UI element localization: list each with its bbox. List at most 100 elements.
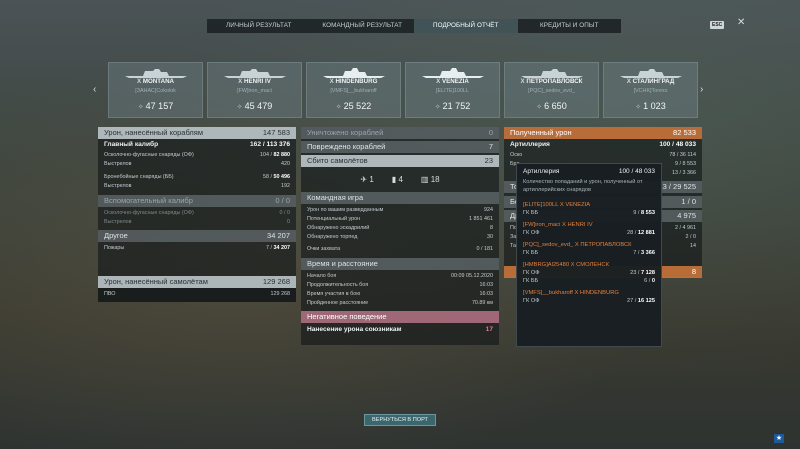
secondary-value: 0 / 0 (275, 196, 290, 205)
negative-behavior-header: Негативное поведение (301, 311, 499, 323)
tooltip-ship: [ELITE]100LL X VENEZIA (523, 202, 591, 208)
battle-stats-panel: Уничтожено кораблей 0 Повреждено кораблей… (301, 127, 499, 345)
he-shells-label: Осколочно-фугасные снаряды (ОФ) (104, 152, 194, 158)
tab-personal-result[interactable]: ЛИЧНЫЙ РЕЗУЛЬТАТ (207, 19, 311, 33)
other-label: Другое (104, 231, 128, 240)
shell-count: 4 (398, 175, 403, 184)
tooltip-ship: [HMBRG]Al25480 X СМОЛЕНСК (523, 262, 609, 268)
damaged-label: Повреждено кораблей (307, 142, 386, 151)
tooltip-row-hits: 28 (626, 230, 634, 236)
tooltip-row-label: ГК ББ (523, 278, 539, 284)
time-row-label: Продолжительность боя (307, 282, 369, 288)
ship-name: СТАЛИНГРАД (632, 78, 675, 85)
damaged-row: Повреждено кораблей 7 (301, 141, 499, 153)
ap-shells-row: Бронебойные снаряды (ББ) 58 / 50 496 (104, 174, 290, 180)
team-row-value: 924 (484, 207, 493, 213)
xp-icon: ✧ (335, 104, 342, 111)
team-row-label: Обнаружено торпед (307, 234, 358, 240)
tab-detailed-report[interactable]: ПОДРОБНЫЙ ОТЧЁТ (414, 19, 518, 33)
tooltip-description: Количество попаданий и урон, полученный … (523, 179, 643, 193)
ap-shots-value: 192 (281, 183, 290, 189)
tooltip-ship: [VMFS]__bukharoff X HINDENBURG (523, 290, 619, 296)
damage-header: Урон, нанесённый кораблям 147 583 (98, 127, 296, 139)
team-play-list: Урон по вашим разведданным 924 Потенциаль… (301, 206, 499, 254)
shell-icon: ▮ (391, 175, 397, 184)
ship-card[interactable]: X HENRI IV [FW]iron_maci ✧ 45 479 (207, 62, 302, 118)
time-row-label: Начало боя (307, 273, 337, 279)
he-shots-label: Выстрелов (104, 161, 132, 167)
ship-card[interactable]: X СТАЛИНГРАД [VCHK]Torexx ✧ 1 023 (603, 62, 698, 118)
tooltip-ship-row: ГК ББ 6 / 0 (523, 278, 655, 284)
tooltip-row-damage: 7 128 (641, 270, 655, 276)
time-row-value: 00:09 05.12.2020 (451, 273, 493, 279)
ship-card[interactable]: X VENEZIA [ELITE]100LL ✧ 21 752 (405, 62, 500, 118)
fires-count: 7 (266, 245, 269, 251)
tooltip-title-row: Артиллерия 100 / 48 033 (523, 168, 655, 175)
ship-card[interactable]: X HINDENBURG [VMFS]__bukharoff ✧ 25 522 (306, 62, 401, 118)
return-to-port-button[interactable]: ВЕРНУТЬСЯ В ПОРТ (364, 414, 436, 426)
tab-team-result[interactable]: КОМАНДНЫЙ РЕЗУЛЬТАТ (311, 19, 415, 33)
ally-damage-label: Нанесение урона союзникам (307, 326, 402, 333)
other-header: Другое 34 207 (98, 230, 296, 242)
xp-icon: ✧ (236, 104, 243, 111)
damaged-value: 7 (488, 142, 493, 151)
ship-score: 25 522 (343, 101, 372, 111)
time-row: Пройденное расстояние 70.89 км (301, 299, 499, 308)
he-shells-row: Осколочно-фугасные снаряды (ОФ) 104 / 82 … (104, 152, 290, 158)
planes-damage-value: 129 268 (262, 277, 290, 286)
secondary-label: Вспомогательный калибр (104, 196, 193, 205)
ship-card[interactable]: X ПЕТРОПАВЛОВСК [PQC]_sedov_evd_ ✧ 6 650 (504, 62, 599, 118)
ship-tier: X (329, 78, 334, 85)
artillery-label: Артиллерия (510, 141, 550, 148)
sec-he-label: Осколочно-фугасные снаряды (ОФ) (104, 210, 194, 216)
close-icon[interactable]: ✕ (737, 17, 745, 28)
time-row-value: 16:03 (479, 291, 494, 297)
ship-card[interactable]: X MONTANA [ЗАНАС]Cokolok ✧ 47 157 (108, 62, 203, 118)
team-row: Потенциальный урон 1 851 461 (301, 215, 499, 224)
ship-tier: X (520, 78, 525, 85)
player-name: [VMFS]__bukharoff (330, 88, 377, 94)
artillery-row[interactable]: Артиллерия 100 / 48 033 (504, 139, 702, 151)
partial-value: 8 (691, 267, 696, 276)
tooltip-ship-row: ГК ББ 7 / 3 366 (523, 250, 655, 256)
destroyed-row: Уничтожено кораблей 0 (301, 127, 499, 139)
partial-value: 2 / 0 (685, 234, 697, 240)
artillery-damage: 48 033 (675, 141, 696, 148)
aa-row: ПВО 129 268 (98, 290, 296, 299)
xp-icon: ✧ (635, 104, 642, 111)
tooltip-row-damage: 8 553 (641, 210, 655, 216)
time-list: Начало боя 00:09 05.12.2020 Продолжительн… (301, 272, 499, 308)
ap-shells-label: Бронебойные снаряды (ББ) (104, 174, 174, 180)
main-caliber-label: Главный калибр (104, 141, 159, 148)
tooltip-row-hits: 7 (633, 250, 637, 256)
team-row-value: 0 / 181 (476, 246, 494, 252)
received-header: Полученный урон 82 533 (504, 127, 702, 139)
planes-down-row: Сбито самолётов 23 (301, 155, 499, 167)
xp-icon: ✧ (434, 104, 441, 111)
chevron-right-icon[interactable]: › (700, 84, 703, 95)
team-row-value: 8 (490, 225, 493, 231)
aa-value: 129 268 (270, 291, 291, 297)
partial-value: 3 / 29 525 (662, 182, 696, 191)
tooltip-row-hits: 23 (630, 270, 637, 276)
player-name: [VCHK]Torexx (633, 88, 668, 94)
tooltip-row-hits: 27 (626, 298, 634, 304)
star-icon[interactable]: ★ (774, 434, 784, 443)
ally-damage-row: Нанесение урона союзникам 17 (301, 324, 499, 336)
ap-shots-label: Выстрелов (104, 183, 132, 189)
time-row-label: Время участия в бою (307, 291, 361, 297)
time-row-label: Пройденное расстояние (307, 300, 369, 306)
xp-icon: ✧ (137, 104, 144, 111)
planes-damage-header: Урон, нанесённый самолётам 129 268 (98, 276, 296, 288)
fires-label: Пожары (104, 245, 125, 251)
team-row: Урон по вашим разведданным 924 (301, 206, 499, 215)
ribbon-icons: ✈ 1 ▮ 4 ▥ 18 (301, 175, 499, 184)
partial-value: 13 / 3 366 (672, 170, 696, 176)
damage-header-label: Урон, нанесённый кораблям (104, 128, 204, 137)
chevron-left-icon[interactable]: ‹ (93, 84, 96, 95)
tab-credits-xp[interactable]: КРЕДИТЫ И ОПЫТ (518, 19, 622, 33)
hits-ribbon: ▥ 18 (421, 175, 440, 184)
time-row: Время участия в бою 16:03 (301, 290, 499, 299)
partial-value: 78 / 36 114 (669, 152, 696, 158)
planes-damage-label: Урон, нанесённый самолётам (104, 277, 208, 286)
